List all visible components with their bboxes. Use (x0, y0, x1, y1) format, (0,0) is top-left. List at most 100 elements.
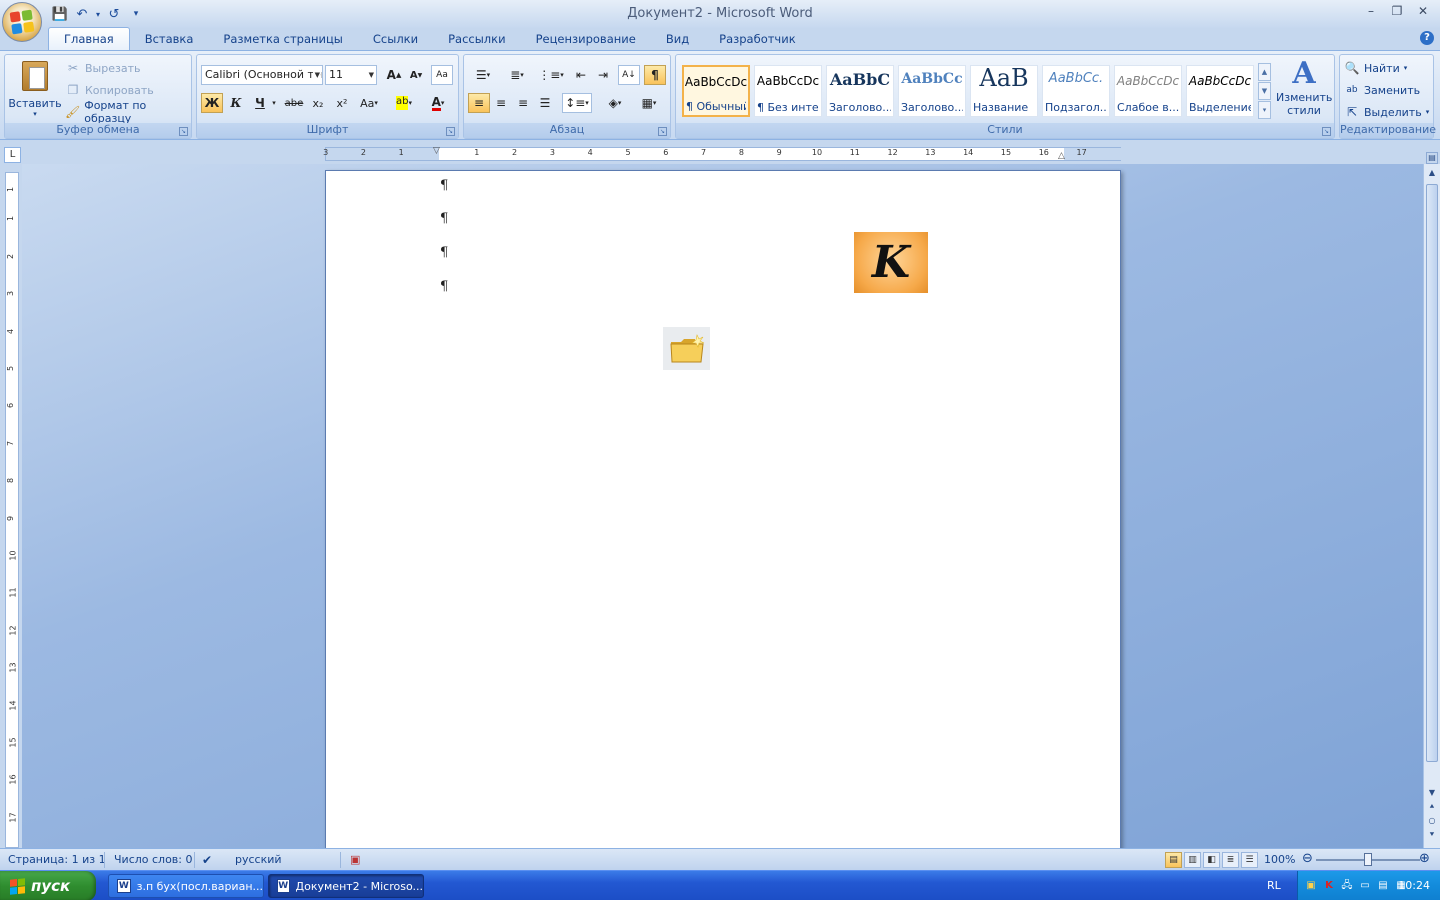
language-indicator[interactable]: русский (235, 853, 282, 866)
style-subtle-emphasis[interactable]: AaBbCcDc Слабое в... (1114, 65, 1182, 117)
tab-developer[interactable]: Разработчик (704, 28, 811, 50)
highlight-button[interactable]: ab ▾ (389, 93, 419, 113)
taskbar-item-doc1[interactable]: W з.п бух(посл.вариан... (108, 874, 264, 898)
display-icon[interactable]: ▤ (1376, 879, 1390, 893)
clock[interactable]: 10:24 (1398, 879, 1430, 892)
font-launcher-icon[interactable]: ↘ (446, 127, 455, 136)
k-logo-icon[interactable]: K (854, 232, 928, 293)
monitor-icon[interactable]: ▭ (1358, 879, 1372, 893)
styles-more-icon[interactable]: ▾ (1258, 101, 1271, 119)
horizontal-ruler[interactable]: 3 2 1 1 2 3 4 5 6 7 8 9 10 11 12 13 14 15 16 17 ▽ △ (323, 146, 1122, 161)
style-subtitle[interactable]: AaBbCc. Подзагол... (1042, 65, 1110, 117)
style-no-spacing[interactable]: AaBbCcDc ¶ Без инте... (754, 65, 822, 117)
styles-launcher-icon[interactable]: ↘ (1322, 127, 1331, 136)
numbering-button[interactable]: ≣ ▾ (502, 65, 532, 85)
minimize-button[interactable]: – (1362, 4, 1380, 20)
kaspersky-icon[interactable]: K (1322, 879, 1336, 893)
copy-button[interactable]: ❐ Копировать (65, 80, 154, 100)
web-layout-icon[interactable]: ◧ (1203, 852, 1220, 868)
zoom-out-icon[interactable]: ⊖ (1302, 851, 1313, 866)
shrink-font-button[interactable]: A ▼ (405, 65, 427, 85)
outline-view-icon[interactable]: ≣ (1222, 852, 1239, 868)
proofing-icon[interactable]: ✔ (202, 853, 212, 867)
ruler-toggle-icon[interactable]: ▤ (1426, 152, 1438, 164)
align-center-button[interactable]: ≡ (490, 93, 512, 113)
restore-button[interactable]: ❐ (1388, 4, 1406, 20)
underline-button[interactable]: Ч (249, 93, 271, 113)
office-button[interactable] (2, 2, 42, 42)
strikethrough-button[interactable]: abe (283, 93, 305, 113)
tab-home[interactable]: Главная (48, 27, 130, 50)
borders-button[interactable]: ▦ ▾ (634, 93, 664, 113)
print-layout-view-icon[interactable]: ▤ (1165, 852, 1182, 868)
prev-page-icon[interactable]: ⯅ (1426, 802, 1438, 814)
find-button[interactable]: 🔍 Найти ▾ (1344, 58, 1408, 78)
macro-record-icon[interactable]: ▣ (350, 853, 360, 866)
show-marks-button[interactable]: ¶ (644, 65, 666, 85)
browse-object-icon[interactable]: ○ (1426, 816, 1438, 828)
vertical-ruler[interactable]: 1 1 2 3 4 5 6 7 8 9 10 11 12 13 14 15 16 17 (5, 172, 19, 848)
tab-references[interactable]: Ссылки (358, 28, 433, 50)
scroll-down-icon[interactable]: ▼ (1426, 788, 1438, 800)
change-styles-button[interactable]: A Изменить стили (1274, 57, 1334, 123)
next-page-icon[interactable]: ⯆ (1426, 830, 1438, 842)
paragraph-launcher-icon[interactable]: ↘ (658, 127, 667, 136)
align-right-button[interactable]: ≡ (512, 93, 534, 113)
vertical-scrollbar[interactable]: ▤ ▲ ▼ ⯅ ○ ⯆ (1423, 152, 1440, 848)
network-icon[interactable]: 🖧 (1340, 879, 1354, 893)
draft-view-icon[interactable]: ☰ (1241, 852, 1258, 868)
scroll-thumb[interactable] (1426, 184, 1438, 762)
italic-button[interactable]: К (225, 93, 247, 113)
document-page[interactable]: ¶ ¶ ¶ ¶ K (325, 170, 1121, 860)
multilevel-list-button[interactable]: ⋮≡ ▾ (536, 65, 566, 85)
increase-indent-button[interactable]: ⇥ (592, 65, 614, 85)
subscript-button[interactable]: x₂ (307, 93, 329, 113)
format-painter-button[interactable]: 🖌 Формат по образцу (65, 99, 191, 125)
tab-selector-button[interactable]: L (4, 147, 21, 163)
first-line-indent-icon[interactable]: ▽ (433, 146, 440, 156)
input-language-indicator[interactable]: RL (1267, 879, 1281, 892)
cut-button[interactable]: ✂ Вырезать (65, 58, 141, 78)
shading-button[interactable]: ◈ ▾ (600, 93, 630, 113)
taskbar-item-doc2[interactable]: W Документ2 - Microso... (268, 874, 424, 898)
font-size-combo[interactable]: 11 ▼ (325, 65, 377, 85)
clear-formatting-button[interactable]: Aa (431, 65, 453, 85)
decrease-indent-button[interactable]: ⇤ (570, 65, 592, 85)
tab-page-layout[interactable]: Разметка страницы (208, 28, 357, 50)
bullets-button[interactable]: ☰ ▾ (468, 65, 498, 85)
style-normal[interactable]: AaBbCcDc ¶ Обычный (682, 65, 750, 117)
styles-scroll-up-icon[interactable]: ▲ (1258, 63, 1271, 81)
tab-mailings[interactable]: Рассылки (433, 28, 520, 50)
replace-button[interactable]: ab Заменить (1344, 80, 1420, 100)
zoom-slider-thumb[interactable] (1364, 853, 1372, 866)
align-left-button[interactable]: ≡ (468, 93, 490, 113)
paste-button[interactable]: Вставить ▾ (7, 57, 63, 123)
right-indent-icon[interactable]: △ (1058, 151, 1065, 161)
superscript-button[interactable]: x² (331, 93, 353, 113)
tray-folder-icon[interactable]: ▣ (1304, 879, 1318, 893)
clipboard-launcher-icon[interactable]: ↘ (179, 127, 188, 136)
style-title[interactable]: AaB Название (970, 65, 1038, 117)
style-heading-1[interactable]: AaBbC Заголово... (826, 65, 894, 117)
start-button[interactable]: пуск (0, 871, 96, 900)
styles-scroll-down-icon[interactable]: ▼ (1258, 82, 1271, 100)
help-icon[interactable]: ? (1420, 31, 1434, 45)
font-color-button[interactable]: A ▾ (423, 93, 453, 113)
close-button[interactable]: ✕ (1414, 4, 1432, 20)
page-count[interactable]: Страница: 1 из 1 (8, 853, 106, 866)
sort-button[interactable]: A↓ (618, 65, 640, 85)
full-screen-reading-icon[interactable]: ▥ (1184, 852, 1201, 868)
tab-insert[interactable]: Вставка (130, 28, 209, 50)
word-count[interactable]: Число слов: 0 (114, 853, 193, 866)
grow-font-button[interactable]: A ▲ (383, 65, 405, 85)
underline-dropdown[interactable]: ▾ (269, 93, 279, 113)
justify-button[interactable]: ☰ (534, 93, 556, 113)
select-button[interactable]: ⇱ Выделить ▾ (1344, 102, 1429, 122)
bold-button[interactable]: Ж (201, 93, 223, 113)
tab-view[interactable]: Вид (651, 28, 704, 50)
scroll-up-icon[interactable]: ▲ (1426, 168, 1438, 180)
change-case-button[interactable]: Aa ▾ (355, 93, 383, 113)
line-spacing-button[interactable]: ↕≡ ▾ (562, 93, 592, 113)
font-name-combo[interactable]: Calibri (Основной текст) ▼ (201, 65, 323, 85)
style-heading-2[interactable]: AaBbCc Заголово... (898, 65, 966, 117)
